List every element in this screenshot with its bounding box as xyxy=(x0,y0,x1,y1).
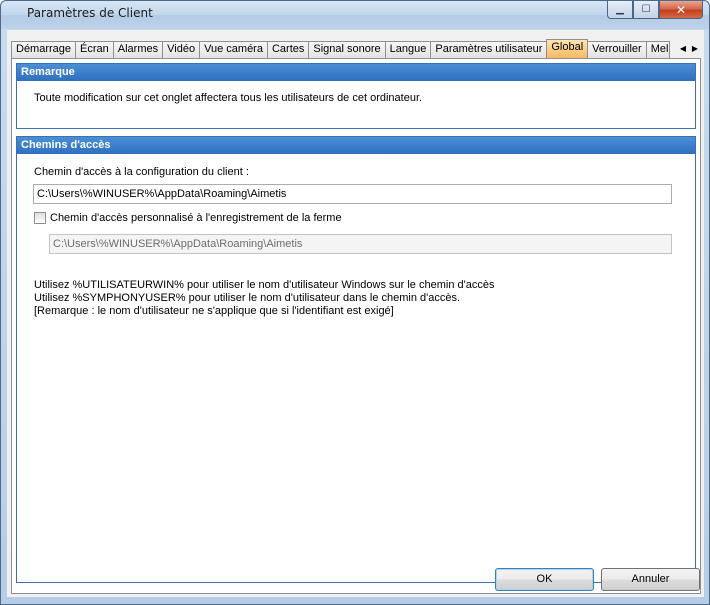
close-icon: ✕ xyxy=(675,2,687,17)
close-button[interactable]: ✕ xyxy=(659,1,703,19)
help-line: Utilisez %UTILISATEURWIN% pour utiliser … xyxy=(34,279,495,291)
tab-langue[interactable]: Langue xyxy=(384,41,432,58)
title-bar[interactable]: Paramètres de Client ▁ ☐ ✕ xyxy=(1,1,709,29)
maximize-button[interactable]: ☐ xyxy=(633,1,659,19)
ok-button[interactable]: OK xyxy=(495,568,594,591)
dialog-body: Démarrage Écran Alarmes Vidéo Vue caméra… xyxy=(7,30,704,597)
tab-scroll: ◀ ▶ xyxy=(677,40,701,57)
remarque-header: Remarque xyxy=(17,64,695,81)
custom-path-label[interactable]: Chemin d'accès personnalisé à l'enregist… xyxy=(50,212,342,224)
window-controls: ▁ ☐ ✕ xyxy=(607,1,703,19)
remarque-group: Remarque Toute modification sur cet ongl… xyxy=(16,63,696,129)
minimize-button[interactable]: ▁ xyxy=(607,1,633,19)
chemins-group: Chemins d'accès Chemin d'accès à la conf… xyxy=(16,136,696,583)
tab-verrouiller[interactable]: Verrouiller xyxy=(587,41,647,58)
help-line: Utilisez %SYMPHONYUSER% pour utiliser le… xyxy=(34,292,461,304)
tab-ecran[interactable]: Écran xyxy=(75,41,114,58)
cancel-button[interactable]: Annuler xyxy=(601,568,700,591)
tab-global[interactable]: Global xyxy=(546,39,589,58)
help-line: [Remarque : le nom d'utilisateur ne s'ap… xyxy=(34,305,394,317)
tab-parametres-utilisateur[interactable]: Paramètres utilisateur xyxy=(430,41,548,58)
tab-signal-sonore[interactable]: Signal sonore xyxy=(308,41,386,58)
tab-strip: Démarrage Écran Alarmes Vidéo Vue caméra… xyxy=(11,39,701,58)
minimize-icon: ▁ xyxy=(616,4,624,15)
tab-scroll-left-icon[interactable]: ◀ xyxy=(677,40,689,57)
tab-page-global: Remarque Toute modification sur cet ongl… xyxy=(11,58,701,594)
tab-alarmes[interactable]: Alarmes xyxy=(112,41,164,58)
window-title: Paramètres de Client xyxy=(27,6,153,20)
maximize-icon: ☐ xyxy=(641,4,651,15)
config-path-input[interactable]: C:\Users\%WINUSER%\AppData\Roaming\Aimet… xyxy=(33,184,672,204)
tab-vue-camera[interactable]: Vue caméra xyxy=(199,41,268,58)
tab-mel[interactable]: Mel xyxy=(645,41,670,58)
tab-demarrage[interactable]: Démarrage xyxy=(11,41,77,58)
tab-cartes[interactable]: Cartes xyxy=(266,41,310,58)
tab-video[interactable]: Vidéo xyxy=(162,41,201,58)
remarque-text: Toute modification sur cet onglet affect… xyxy=(34,92,423,104)
custom-path-input: C:\Users\%WINUSER%\AppData\Roaming\Aimet… xyxy=(49,234,672,254)
config-path-label: Chemin d'accès à la configuration du cli… xyxy=(34,166,249,178)
chemins-header: Chemins d'accès xyxy=(17,137,695,154)
custom-path-checkbox[interactable] xyxy=(34,212,46,224)
tab-scroll-right-icon[interactable]: ▶ xyxy=(689,40,701,57)
settings-window: Paramètres de Client ▁ ☐ ✕ Démarrage Écr… xyxy=(0,0,710,605)
